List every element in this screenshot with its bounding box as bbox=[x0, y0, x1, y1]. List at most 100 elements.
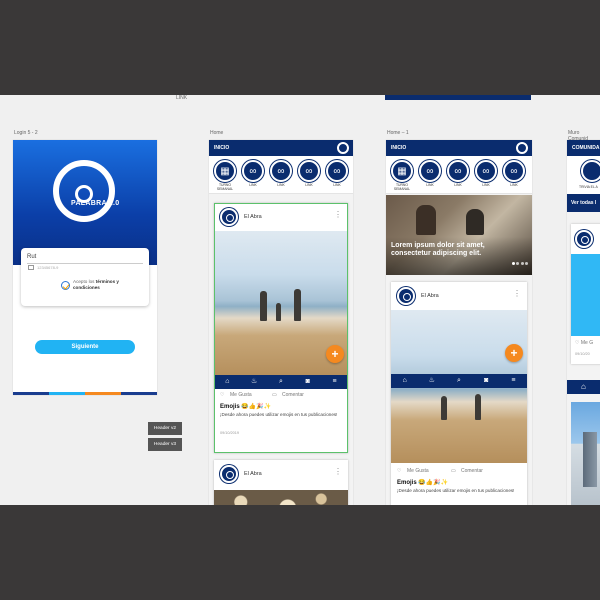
terms-checkbox-icon[interactable] bbox=[61, 281, 70, 290]
header-title: INICIO bbox=[214, 145, 230, 151]
home-icon[interactable]: ⌂ bbox=[214, 375, 241, 389]
post-author[interactable]: El Abra bbox=[421, 293, 439, 299]
login-frame[interactable]: PALABRA 2.0 Rut 12345678-9 Acepto los té… bbox=[13, 140, 157, 395]
story-label: TURNO SEMANAL bbox=[393, 183, 411, 191]
comment-button[interactable]: Comentar bbox=[461, 468, 483, 474]
header-logo-icon[interactable] bbox=[516, 142, 528, 154]
login-card: Rut 12345678-9 Acepto los términos y con… bbox=[21, 248, 149, 306]
like-label: Me G bbox=[580, 340, 594, 346]
story-label: LINK bbox=[333, 183, 341, 187]
next-button[interactable]: Siguiente bbox=[35, 340, 135, 354]
calendar-icon: ▦ bbox=[397, 166, 407, 177]
story-link[interactable]: ∞ LINK bbox=[502, 160, 526, 188]
top-link-label: LINK bbox=[176, 95, 188, 101]
frame-label-login[interactable]: Login 5 - 2 bbox=[14, 130, 38, 136]
header-v3-button[interactable]: Header v3 bbox=[148, 438, 182, 451]
heart-icon[interactable]: ♡ bbox=[397, 468, 401, 474]
login-footer-bar bbox=[13, 392, 157, 395]
story-label: LINK bbox=[510, 183, 518, 187]
search-icon[interactable]: ⌕ bbox=[445, 374, 472, 388]
story-label: LINK bbox=[277, 183, 285, 187]
instagram-icon[interactable]: ◙ bbox=[294, 375, 321, 389]
hero-figure bbox=[416, 205, 436, 235]
bottom-tab-bar: ⌂ ♨ ⌕ ◙ ≡ bbox=[391, 374, 527, 388]
trivia-story-icon[interactable] bbox=[581, 160, 600, 182]
home-1-frame[interactable]: INICIO ▦ TURNO SEMANAL ∞ LINK ∞ LINK ∞ LINK … bbox=[386, 140, 532, 505]
add-post-button[interactable]: + bbox=[326, 345, 344, 363]
login-header-gradient: PALABRA 2.0 bbox=[13, 140, 157, 265]
link-icon: ∞ bbox=[426, 166, 434, 177]
more-options-icon[interactable]: ⋮ bbox=[334, 211, 342, 219]
link-icon: ∞ bbox=[333, 166, 341, 177]
like-button[interactable]: Me Gusta bbox=[407, 468, 429, 474]
like-button[interactable]: Me Gusta bbox=[230, 392, 252, 398]
post-card: El Abra ⋮ + ⌂ ♨ ⌕ ◙ ≡ ♡ Me Gusta ▭ Comen… bbox=[391, 282, 527, 505]
frame-label-home-1[interactable]: Home – 1 bbox=[387, 130, 409, 136]
post-card: El Abra ⋮ + ⌂ ♨ ⌕ ◙ ≡ ♡ Me Gusta ▭ Comen… bbox=[214, 203, 348, 453]
post-author[interactable]: El Abra bbox=[244, 471, 262, 477]
like-button[interactable]: ♡ Me G bbox=[575, 340, 593, 346]
post-title: Emojis 😂👍🎉✨ bbox=[220, 404, 272, 410]
cake-icon[interactable]: ♨ bbox=[241, 375, 268, 389]
comment-icon[interactable]: ▭ bbox=[272, 392, 277, 398]
post-image bbox=[571, 254, 600, 336]
avatar[interactable] bbox=[220, 465, 238, 483]
post-author[interactable]: El Abra bbox=[244, 214, 262, 220]
story-link[interactable]: ∞ LINK bbox=[297, 160, 321, 188]
calendar-icon bbox=[28, 265, 34, 270]
comment-icon[interactable]: ▭ bbox=[451, 468, 456, 474]
app-header: COMUNIDA bbox=[567, 140, 600, 156]
cake-icon[interactable]: ♨ bbox=[418, 374, 445, 388]
stories-row: ▦ TURNO SEMANAL ∞ LINK ∞ LINK ∞ LINK ∞ LINK bbox=[209, 156, 353, 194]
more-options-icon[interactable]: ⋮ bbox=[334, 468, 342, 476]
top-frame-strip bbox=[385, 95, 531, 100]
see-all-link[interactable]: Ver todas l bbox=[571, 200, 596, 206]
story-link[interactable]: ∞ LINK bbox=[241, 160, 265, 188]
instagram-icon[interactable]: ◙ bbox=[473, 374, 500, 388]
menu-icon[interactable]: ≡ bbox=[500, 374, 527, 388]
hero-banner[interactable]: Lorem ipsum dolor sit amet, consectetur … bbox=[386, 195, 532, 275]
avatar[interactable] bbox=[220, 208, 238, 226]
home-frame[interactable]: INICIO ▦ TURNO SEMANAL ∞ LINK ∞ LINK ∞ LINK … bbox=[209, 140, 353, 505]
post-header: El Abra ⋮ bbox=[214, 203, 348, 231]
story-link[interactable]: ∞ LINK bbox=[446, 160, 470, 188]
heart-icon[interactable]: ♡ bbox=[220, 392, 224, 398]
home-icon[interactable]: ⌂ bbox=[391, 374, 418, 388]
story-label: TURNO SEMANAL bbox=[216, 183, 234, 191]
heart-icon[interactable]: ♡ bbox=[575, 340, 579, 346]
home-icon[interactable]: ⌂ bbox=[581, 382, 586, 391]
story-link[interactable]: ∞ LINK bbox=[418, 160, 442, 188]
person-figure bbox=[276, 303, 281, 321]
app-header: INICIO bbox=[386, 140, 532, 156]
carousel-dots[interactable] bbox=[510, 252, 528, 270]
story-label: LINK bbox=[305, 183, 313, 187]
link-icon: ∞ bbox=[277, 166, 285, 177]
add-post-button[interactable]: + bbox=[505, 344, 523, 362]
post-actions: ♡ Me Gusta ▭ Comentar bbox=[391, 465, 527, 477]
muro-frame[interactable]: COMUNIDA TRIVIA EL A Ver todas l ♡ Me G … bbox=[567, 140, 600, 505]
search-icon[interactable]: ⌕ bbox=[268, 375, 295, 389]
more-options-icon[interactable]: ⋮ bbox=[513, 290, 521, 298]
header-title: INICIO bbox=[391, 145, 407, 151]
building-figure bbox=[583, 432, 597, 487]
header-logo-icon[interactable] bbox=[337, 142, 349, 154]
post-card: El Abra ⋮ bbox=[214, 460, 348, 505]
avatar[interactable] bbox=[575, 230, 593, 248]
person-figure bbox=[260, 291, 267, 321]
story-label: TRIVIA EL A bbox=[579, 185, 598, 189]
story-link[interactable]: ∞ LINK bbox=[325, 160, 349, 188]
rut-input[interactable] bbox=[27, 263, 143, 264]
comment-button[interactable]: Comentar bbox=[282, 392, 304, 398]
see-all-bar[interactable]: Ver todas l bbox=[567, 194, 600, 212]
story-link[interactable]: ∞ LINK bbox=[474, 160, 498, 188]
story-turno-semanal[interactable]: ▦ TURNO SEMANAL bbox=[390, 160, 414, 192]
post-actions: ♡ Me Gusta ▭ Comentar bbox=[214, 389, 348, 401]
avatar[interactable] bbox=[397, 287, 415, 305]
story-link[interactable]: ∞ LINK bbox=[269, 160, 293, 188]
header-v2-button[interactable]: Header v2 bbox=[148, 422, 182, 435]
frame-label-home[interactable]: Home bbox=[210, 130, 223, 136]
story-turno-semanal[interactable]: ▦ TURNO SEMANAL bbox=[213, 160, 237, 192]
post-title: Emojis 😂👍🎉✨ bbox=[397, 480, 449, 486]
menu-icon[interactable]: ≡ bbox=[321, 375, 348, 389]
terms-text: Acepto los términos y condiciones bbox=[73, 279, 145, 290]
